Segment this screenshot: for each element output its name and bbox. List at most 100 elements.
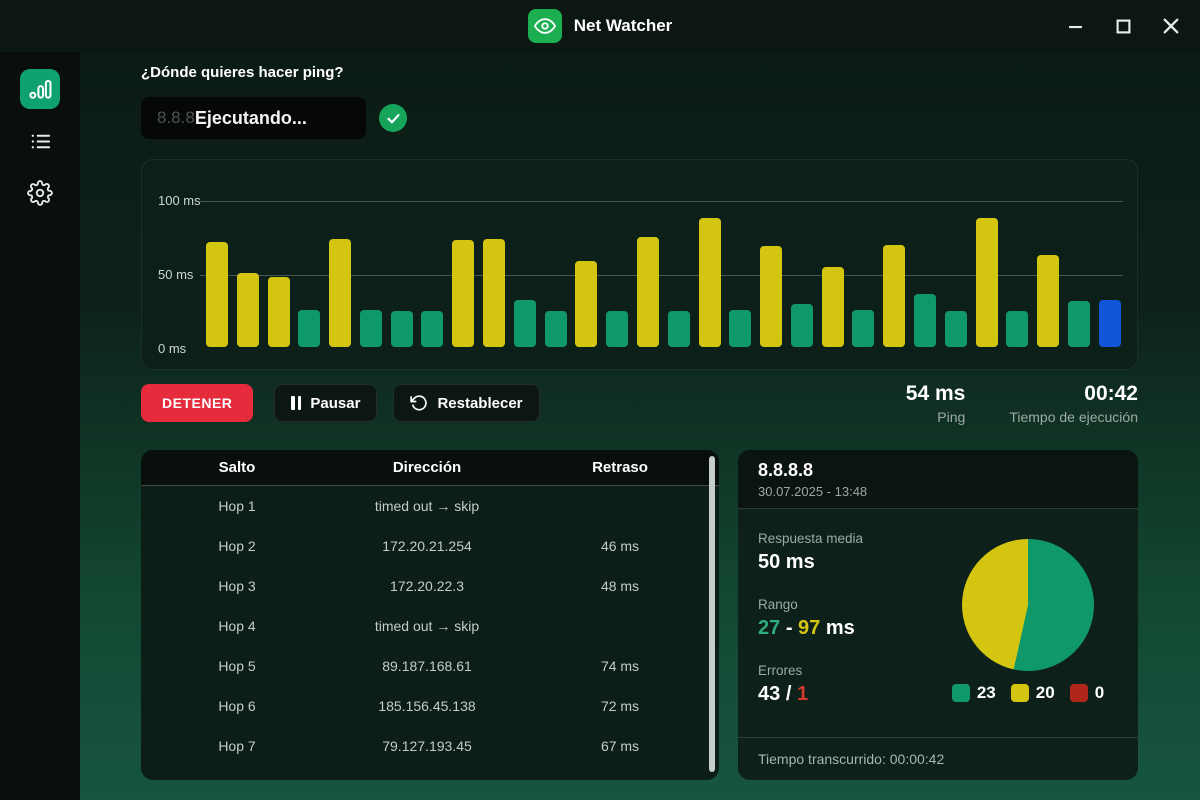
- cell-hop: Hop 6: [218, 698, 256, 714]
- chart-bar: [975, 218, 998, 347]
- pause-button[interactable]: Pausar: [274, 384, 378, 422]
- ping-stat-value: 54 ms: [905, 382, 966, 405]
- reset-button-label: Restablecer: [437, 394, 523, 412]
- legend-value-error: 0: [1094, 683, 1105, 702]
- runtime-stat-value: 00:42: [1084, 382, 1138, 405]
- range-group: Rango 27 - 97 ms: [758, 597, 938, 640]
- avg-response-group: Respuesta media 50 ms: [758, 531, 938, 574]
- chart-bar: [760, 246, 783, 347]
- table-row[interactable]: Hop 1 timed out → skip: [141, 486, 719, 526]
- ping-input-status: Ejecutando...: [194, 107, 307, 128]
- cell-delay: 46 ms: [600, 538, 640, 554]
- ytick-50ms: 50 ms: [158, 267, 194, 282]
- range-max: 97: [798, 617, 821, 639]
- cell-hop: Hop 7: [218, 738, 256, 754]
- column-header-delay: Retraso: [592, 459, 648, 476]
- sidebar-item-monitor[interactable]: [20, 69, 60, 109]
- range-value: 27 - 97 ms: [758, 617, 938, 640]
- column-header-hop: Salto: [218, 459, 256, 476]
- cell-delay: 64 ms: [521, 778, 719, 780]
- detail-header: 8.8.8.8 30.07.2025 - 13:48: [738, 450, 1138, 509]
- chart-bar: [421, 311, 444, 347]
- cell-hop: Hop 4: [218, 618, 256, 634]
- range-min: 27: [758, 617, 781, 639]
- ping-stat: 54 ms Ping: [906, 382, 966, 425]
- pie-legend: 23 20 0: [951, 683, 1105, 703]
- reset-refresh-icon: [410, 394, 428, 412]
- table-row[interactable]: Hop 3 172.20.22.3 48 ms: [141, 566, 719, 606]
- table-row[interactable]: Hop 6 185.156.45.138 72 ms: [141, 686, 719, 726]
- cell-address: 89.187.168.61: [382, 658, 472, 674]
- detail-stats-column: Respuesta media 50 ms Rango 27 - 97 ms E…: [758, 531, 938, 737]
- hops-table-body: Hop 1 timed out → skip Hop 2 172.20.21.254 4…: [141, 486, 719, 780]
- target-detail-panel: 8.8.8.8 30.07.2025 - 13:48 Respuesta med…: [738, 450, 1138, 780]
- elapsed-time-text: Tiempo transcurrido: 00:00:42: [758, 751, 945, 767]
- table-row[interactable]: Hop 7 79.127.193.45 67 ms: [141, 726, 719, 766]
- table-row[interactable]: Hop 2 172.20.21.254 46 ms: [141, 526, 719, 566]
- table-scrollbar[interactable]: [709, 456, 715, 772]
- chart-bar: [698, 218, 721, 347]
- chart-bar: [359, 310, 382, 347]
- ping-host-input[interactable]: 8.8.8 Ejecutando...: [141, 97, 366, 139]
- sidebar-item-settings[interactable]: [20, 173, 60, 213]
- ping-input-row: 8.8.8 Ejecutando...: [141, 97, 407, 139]
- cell-delay: 72 ms: [600, 698, 640, 714]
- close-button[interactable]: [1156, 11, 1186, 41]
- runtime-stat: 00:42 Tiempo de ejecución: [1009, 382, 1138, 425]
- table-row[interactable]: Hop 5 89.187.168.61 74 ms: [141, 646, 719, 686]
- chart-bar: [298, 310, 321, 347]
- errors-value: 43 / 1: [758, 683, 938, 706]
- cell-address: 185.156.45.138: [378, 698, 476, 714]
- chart-bar: [575, 261, 598, 347]
- ping-chart-panel: 100 ms 50 ms 0 ms: [141, 159, 1138, 370]
- cell-address: 172.20.21.254: [382, 538, 472, 554]
- legend-item-good: 23: [951, 683, 996, 703]
- chart-bar: [883, 245, 906, 347]
- avg-response-label: Respuesta media: [758, 531, 864, 546]
- minimize-button[interactable]: [1060, 11, 1090, 41]
- app-window: Net Watcher ¿Dónde quieres hacer ping? 8…: [0, 0, 1200, 800]
- sidebar: [0, 52, 80, 800]
- valid-check-icon: [379, 104, 407, 132]
- table-row[interactable]: Hop 4 timed out → skip: [141, 606, 719, 646]
- sidebar-item-log[interactable]: [20, 121, 60, 161]
- cell-address: 172.20.22.3: [390, 578, 464, 594]
- app-title: Net Watcher: [573, 16, 673, 35]
- chart-bar: [1037, 255, 1060, 347]
- cell-address: 79.127.193.45: [382, 738, 472, 754]
- ping-question-label: ¿Dónde quieres hacer ping?: [141, 64, 344, 81]
- avg-response-value: 50 ms: [758, 551, 815, 573]
- reset-button[interactable]: Restablecer: [393, 384, 540, 422]
- chart-bar: [667, 311, 690, 347]
- table-row[interactable]: Hop 862.115.45.14564 ms: [141, 766, 719, 780]
- legend-value-slow: 20: [1035, 683, 1055, 702]
- chart-bar: [1006, 311, 1029, 347]
- ytick-100ms: 100 ms: [158, 193, 201, 208]
- chart-bar: [1098, 300, 1121, 347]
- chart-bar: [329, 239, 352, 347]
- target-host: 8.8.8.8: [758, 460, 814, 480]
- errors-count: 1: [796, 683, 809, 705]
- column-header-address: Dirección: [392, 459, 462, 476]
- gear-icon: [27, 180, 53, 206]
- range-unit: ms: [825, 617, 855, 639]
- chart-bar: [1067, 301, 1090, 347]
- stop-button[interactable]: DETENER: [141, 384, 254, 422]
- chart-bar: [544, 311, 567, 347]
- app-logo-eye-icon: [527, 9, 562, 43]
- errors-separator: /: [785, 683, 792, 705]
- chart-bar: [267, 277, 290, 347]
- cell-address: timed out → skip: [374, 498, 480, 514]
- legend-value-good: 23: [976, 683, 996, 702]
- runtime-stat-label: Tiempo de ejecución: [1009, 409, 1138, 425]
- maximize-button[interactable]: [1108, 11, 1138, 41]
- session-datetime: 30.07.2025 - 13:48: [758, 484, 868, 499]
- chart-bar: [729, 310, 752, 347]
- cell-hop: Hop 5: [218, 658, 256, 674]
- detail-body: Respuesta media 50 ms Rango 27 - 97 ms E…: [738, 509, 1138, 737]
- pause-icon: [291, 396, 302, 410]
- main-content: ¿Dónde quieres hacer ping? 8.8.8 Ejecuta…: [80, 52, 1200, 800]
- chart-bar: [852, 310, 875, 347]
- chart-bar: [236, 273, 259, 347]
- list-icon: [28, 130, 53, 153]
